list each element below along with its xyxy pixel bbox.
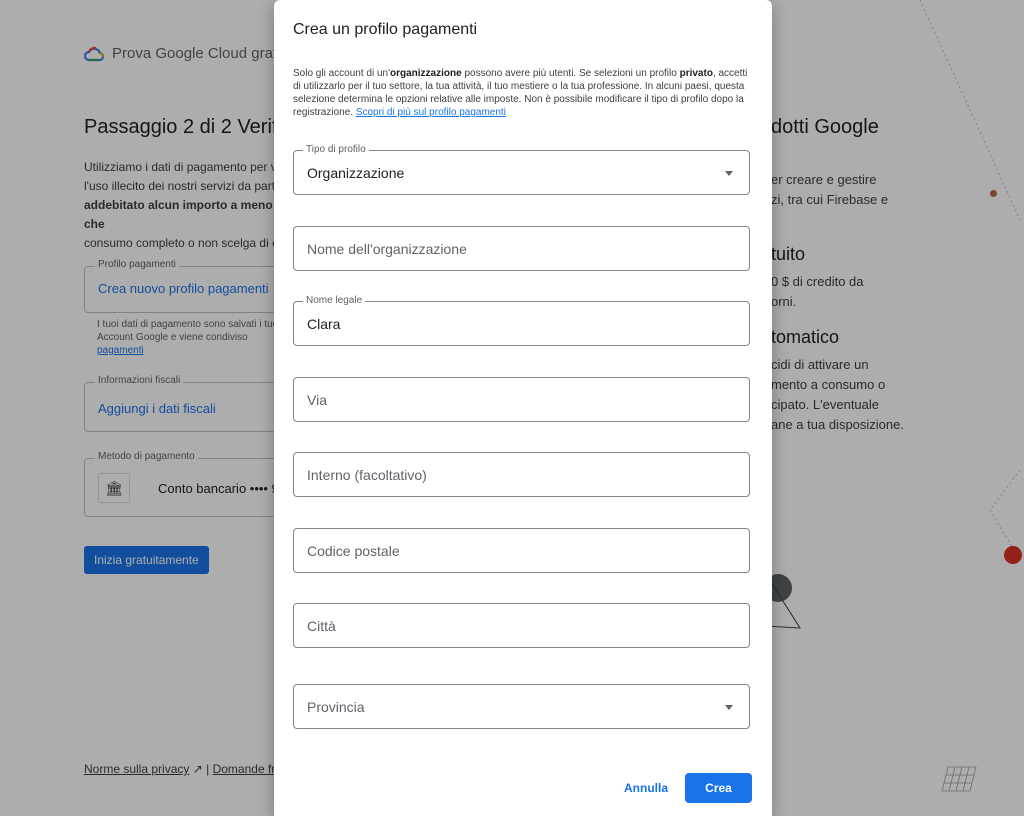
profile-type-label: Tipo di profilo	[303, 144, 369, 155]
dropdown-arrow-icon	[725, 705, 733, 710]
legal-name-label: Nome legale	[303, 295, 366, 306]
postal-code-placeholder: Codice postale	[307, 543, 400, 559]
organization-name-placeholder: Nome dell'organizzazione	[307, 241, 467, 257]
desc-part: possono avere più utenti. Se selezioni u…	[461, 68, 680, 79]
street-field[interactable]: Via	[293, 377, 750, 422]
dropdown-arrow-icon	[725, 171, 733, 176]
legal-name-field[interactable]: Nome legale Clara	[293, 295, 750, 346]
province-placeholder: Provincia	[307, 699, 365, 715]
legal-name-value: Clara	[307, 316, 341, 332]
profile-type-select[interactable]: Tipo di profilo Organizzazione	[293, 144, 750, 195]
desc-bold-organization: organizzazione	[389, 68, 462, 79]
city-placeholder: Città	[307, 618, 336, 634]
dialog-description: Solo gli account di un'organizzazione po…	[293, 67, 753, 119]
desc-part: Solo gli account di un'	[293, 68, 390, 79]
learn-more-link[interactable]: Scopri di più sul profilo pagamenti	[356, 107, 506, 118]
unit-field[interactable]: Interno (facoltativo)	[293, 452, 750, 497]
create-button[interactable]: Crea	[685, 773, 752, 803]
profile-type-value: Organizzazione	[307, 165, 405, 181]
city-field[interactable]: Città	[293, 603, 750, 648]
dialog-title: Crea un profilo pagamenti	[293, 21, 478, 38]
province-select[interactable]: Provincia	[293, 684, 750, 729]
street-placeholder: Via	[307, 392, 327, 408]
cancel-button[interactable]: Annulla	[624, 781, 668, 795]
unit-placeholder: Interno (facoltativo)	[307, 467, 427, 483]
postal-code-field[interactable]: Codice postale	[293, 528, 750, 573]
create-payment-profile-dialog: Crea un profilo pagamenti Solo gli accou…	[274, 0, 772, 816]
organization-name-field[interactable]: Nome dell'organizzazione	[293, 226, 750, 271]
desc-bold-private: privato	[679, 68, 713, 79]
